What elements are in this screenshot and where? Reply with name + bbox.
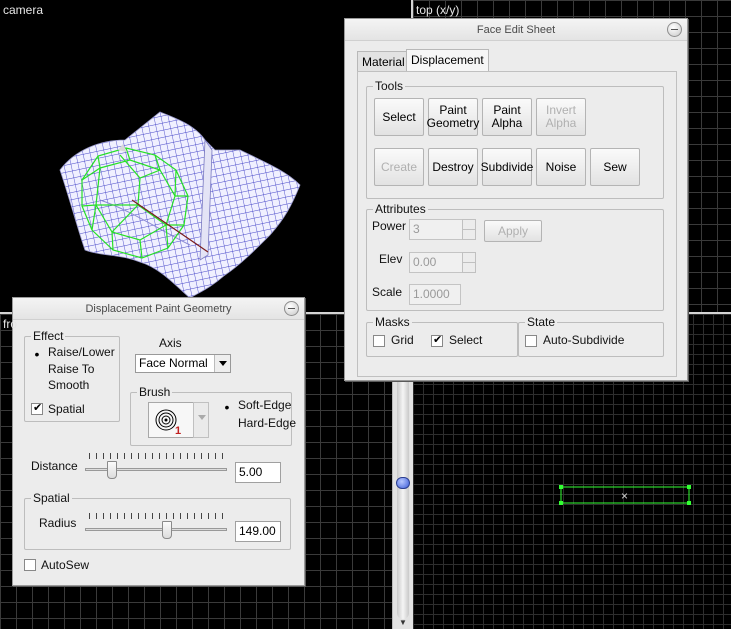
- masks-group: Masks Grid Select: [366, 315, 518, 357]
- subdivide-button[interactable]: Subdivide: [481, 148, 533, 186]
- face-edit-sheet-window: Face Edit Sheet Material Displacement To…: [344, 18, 688, 381]
- auto-subdivide-label: Auto-Subdivide: [543, 333, 625, 347]
- chevron-down-icon[interactable]: [214, 355, 230, 372]
- distance-slider-track[interactable]: [85, 468, 227, 471]
- noise-button[interactable]: Noise: [536, 148, 586, 186]
- invert-alpha-button[interactable]: Invert Alpha: [536, 98, 586, 136]
- chevron-down-icon: [198, 415, 206, 420]
- tools-group: Tools Select Paint Geometry Paint Alpha …: [366, 79, 664, 199]
- radius-field[interactable]: 149.00: [235, 521, 281, 542]
- face-edit-sheet-title: Face Edit Sheet: [476, 24, 556, 36]
- close-icon[interactable]: [284, 301, 299, 316]
- hard-edge-label: Hard-Edge: [238, 416, 297, 430]
- elev-label: Elev: [379, 252, 403, 266]
- create-button[interactable]: Create: [374, 148, 424, 186]
- state-group: State Auto-Subdivide: [518, 315, 664, 357]
- power-label: Power: [372, 219, 407, 233]
- autosew-label: AutoSew: [41, 558, 90, 572]
- spatial-group: Spatial Radius 149.00: [24, 491, 291, 550]
- elev-spinner[interactable]: [462, 252, 476, 273]
- spatial-group-label: Spatial: [31, 491, 72, 505]
- paint-geometry-button[interactable]: Paint Geometry: [427, 98, 479, 136]
- masks-group-label: Masks: [373, 315, 412, 329]
- sew-button[interactable]: Sew: [590, 148, 640, 186]
- paint-geometry-titlebar[interactable]: Displacement Paint Geometry: [13, 298, 304, 320]
- axis-dropdown-value: Face Normal: [139, 356, 208, 370]
- raise-to-label: Raise To: [48, 362, 95, 376]
- smooth-radio[interactable]: [32, 382, 42, 392]
- radius-slider-ticks: [89, 513, 225, 519]
- raise-lower-radio[interactable]: •: [32, 347, 42, 361]
- grid-mask-label: Grid: [391, 333, 414, 347]
- raise-to-radio[interactable]: [32, 366, 42, 376]
- tools-group-label: Tools: [373, 79, 406, 93]
- distance-slider-thumb[interactable]: [107, 461, 118, 479]
- spatial-checkbox[interactable]: [31, 401, 43, 415]
- radius-label: Radius: [39, 516, 77, 530]
- soft-edge-radio[interactable]: •: [222, 400, 232, 414]
- soft-edge-label: Soft-Edge: [238, 398, 292, 412]
- select-tool-button[interactable]: Select: [374, 98, 424, 136]
- elev-field[interactable]: 0.00: [409, 252, 463, 273]
- brush-picker-button[interactable]: [193, 402, 209, 438]
- paint-alpha-button[interactable]: Paint Alpha: [482, 98, 532, 136]
- brush-falloff-icon: [155, 409, 177, 431]
- close-icon[interactable]: [667, 22, 682, 37]
- svg-text:×: ×: [621, 489, 628, 503]
- effect-group: Effect • Raise/Lower Raise To Smooth Spa…: [24, 329, 120, 422]
- auto-subdivide-checkbox[interactable]: [525, 335, 537, 347]
- effect-group-label: Effect: [31, 329, 66, 343]
- grid-mask-checkbox[interactable]: [373, 335, 385, 347]
- select-mask-label: Select: [449, 333, 483, 347]
- displacement-tab-panel: Tools Select Paint Geometry Paint Alpha …: [357, 71, 677, 377]
- paint-geometry-window: Displacement Paint Geometry Effect • Rai…: [12, 297, 305, 586]
- paint-geometry-title: Displacement Paint Geometry: [85, 303, 232, 315]
- destroy-button[interactable]: Destroy: [428, 148, 478, 186]
- tab-material[interactable]: Material: [357, 51, 410, 73]
- attributes-group: Attributes Power 3 Apply Elev 0.00 Scale…: [366, 202, 664, 311]
- radius-slider-thumb[interactable]: [161, 521, 172, 539]
- scale-field[interactable]: 1.0000: [409, 284, 461, 305]
- distance-field[interactable]: 5.00: [235, 462, 281, 483]
- brush-group-label: Brush: [137, 385, 173, 399]
- apply-button[interactable]: Apply: [484, 220, 542, 242]
- distance-slider-ticks: [89, 453, 225, 459]
- brush-preview[interactable]: 1: [148, 402, 194, 438]
- distance-label: Distance: [31, 459, 78, 473]
- spatial-checkbox-label: Spatial: [48, 402, 85, 416]
- scroll-down-arrow-icon[interactable]: ▼: [399, 618, 407, 627]
- brush-group: Brush 1 • Soft-Edge Hard-Edge: [130, 385, 296, 446]
- select-mask-checkbox[interactable]: [431, 333, 443, 347]
- power-field[interactable]: 3: [409, 219, 463, 240]
- splitter-handle[interactable]: [396, 477, 410, 489]
- smooth-label: Smooth: [48, 378, 90, 392]
- editor-stage: camera top (x/y) fro × ▼ Face Edit Sheet…: [0, 0, 731, 629]
- attributes-group-label: Attributes: [373, 202, 428, 216]
- camera-viewport-title: camera: [3, 3, 44, 17]
- radius-slider-track[interactable]: [85, 528, 227, 531]
- hard-edge-radio[interactable]: [222, 420, 232, 430]
- raise-lower-label: Raise/Lower: [48, 345, 115, 359]
- axis-label: Axis: [159, 336, 182, 350]
- autosew-checkbox[interactable]: [24, 559, 36, 571]
- scale-label: Scale: [372, 285, 403, 299]
- face-edit-sheet-titlebar[interactable]: Face Edit Sheet: [345, 19, 687, 41]
- axis-dropdown[interactable]: Face Normal: [135, 354, 231, 373]
- state-group-label: State: [525, 315, 558, 329]
- power-spinner[interactable]: [462, 219, 476, 240]
- tab-displacement[interactable]: Displacement: [406, 49, 489, 73]
- top-viewport-title: top (x/y): [416, 3, 460, 17]
- front-viewport-title: fro: [3, 317, 18, 331]
- brush-number: 1: [175, 425, 182, 437]
